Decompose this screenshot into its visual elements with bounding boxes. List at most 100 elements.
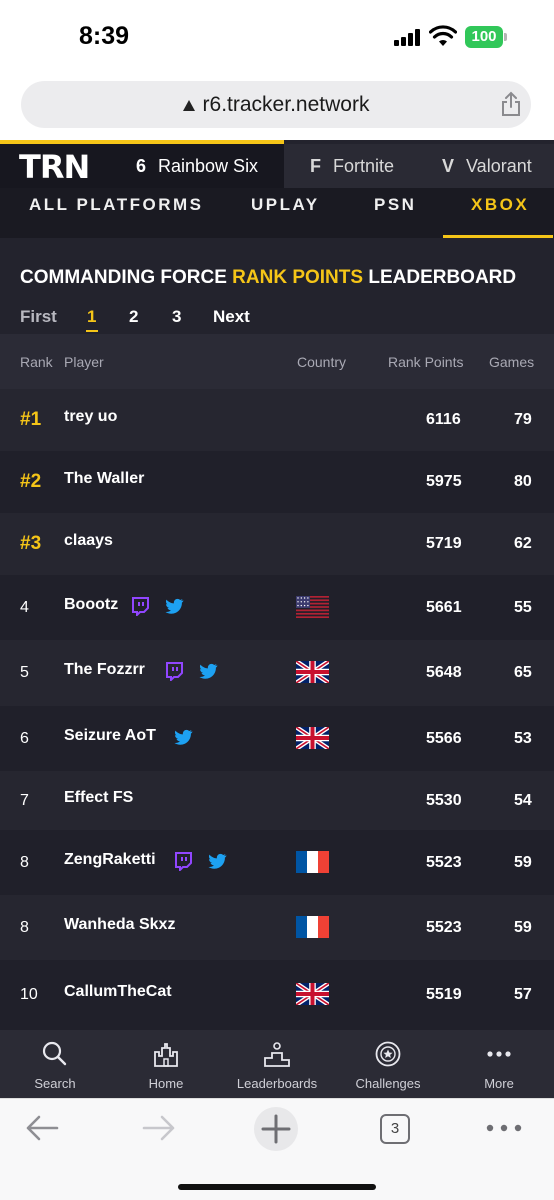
pager-next[interactable]: Next [213,307,250,327]
column-rank-points[interactable]: Rank Points [388,354,463,370]
pager-page-3[interactable]: 3 [172,307,181,327]
game-tab-valorant[interactable]: V Valorant [420,144,554,188]
table-row[interactable]: 8 ZengRaketti 5523 59 [0,830,554,895]
column-country[interactable]: Country [297,354,346,370]
player-name-link[interactable]: trey uo [64,408,117,426]
nav-label: Search [34,1076,76,1091]
pager-current-underline [86,330,98,332]
url-bar[interactable]: r6.tracker.network [21,81,531,128]
games-cell: 59 [514,919,532,936]
rank-points-cell: 5975 [426,473,462,490]
pager-page-1[interactable]: 1 [87,307,96,327]
rank-points-cell: 5523 [426,919,462,936]
rank-points-cell: 5523 [426,854,462,871]
country-flag-gb [296,727,329,749]
twitch-icon[interactable] [173,851,193,873]
nav-label: Leaderboards [236,1076,318,1091]
platform-tab-psn[interactable]: PSN [374,195,416,215]
games-cell: 59 [514,854,532,871]
table-row[interactable]: 5 The Fozzrr 5648 65 [0,640,554,706]
platform-tab-uplay[interactable]: UPLAY [251,195,320,215]
twitch-icon[interactable] [164,661,184,683]
games-cell: 57 [514,986,532,1003]
platform-bar: ALL PLATFORMS UPLAY PSN XBOX [0,188,554,238]
rank-cell: 10 [20,986,38,1003]
table-row[interactable]: 7 Effect FS 5530 54 [0,771,554,830]
nav-leaderboards[interactable]: Leaderboards [222,1030,332,1098]
player-name-link[interactable]: Seizure AoT [64,727,156,745]
leaderboard-title: COMMANDING FORCE RANK POINTS LEADERBOARD [20,267,517,288]
rank-cell: 5 [20,664,29,681]
table-row[interactable]: 4 Boootz 5661 55 [0,575,554,640]
url-field[interactable]: r6.tracker.network [21,93,531,117]
twitter-icon[interactable] [173,727,193,747]
game-bar: TRN 6 Rainbow Six F Fortnite V Valorant [0,144,554,188]
table-row[interactable]: 8 Wanheda Skxz 5523 59 [0,895,554,960]
nav-more[interactable]: More [444,1030,554,1098]
twitter-icon[interactable] [198,661,218,681]
share-icon[interactable] [500,91,522,117]
url-text: r6.tracker.network [202,93,370,116]
nav-home[interactable]: Home [111,1030,221,1098]
tracker-page: TRN 6 Rainbow Six F Fortnite V Valorant ALL… [0,140,554,1030]
player-name-link[interactable]: claays [64,532,113,550]
table-row[interactable]: #3 claays 5719 62 [0,513,554,575]
column-rank[interactable]: Rank [20,354,53,370]
battery-level: 100 [465,26,503,48]
player-name-link[interactable]: ZengRaketti [64,851,156,869]
fortnite-icon: F [310,156,321,176]
more-options-icon[interactable] [486,1123,522,1133]
twitter-icon[interactable] [164,596,184,616]
rainbow-six-icon: 6 [136,156,147,176]
pager-page-2[interactable]: 2 [129,307,138,327]
player-name-link[interactable]: The Waller [64,470,144,488]
forward-icon[interactable] [141,1113,177,1143]
player-name-link[interactable]: Wanheda Skxz [64,916,175,934]
rank-points-cell: 5530 [426,792,462,809]
twitter-icon[interactable] [207,851,227,871]
pager-first[interactable]: First [20,307,57,327]
trn-logo[interactable]: TRN [19,148,90,186]
signal-icon [394,29,422,46]
castle-icon [154,1043,178,1067]
game-tab-rainbow-six[interactable]: 6 Rainbow Six [136,144,258,188]
table-row[interactable]: 6 Seizure AoT 5566 53 [0,706,554,771]
country-flag-gb [296,661,329,683]
player-name-link[interactable]: Effect FS [64,789,133,807]
game-tab-fortnite[interactable]: F Fortnite [284,144,420,188]
column-games[interactable]: Games [489,354,534,370]
wifi-icon [429,25,457,46]
rank-cell: #1 [20,409,42,430]
games-cell: 80 [514,473,532,490]
table-row[interactable]: 10 CallumTheCat 5519 57 [0,960,554,1030]
rank-cell: 4 [20,599,29,616]
table-row[interactable]: #1 trey uo 6116 79 [0,389,554,451]
rank-points-cell: 5719 [426,535,462,552]
player-name-link[interactable]: Boootz [64,596,118,614]
twitch-icon[interactable] [130,596,150,618]
rank-cell: #2 [20,471,42,492]
platform-tab-xbox[interactable]: XBOX [471,195,529,215]
platform-tab-all[interactable]: ALL PLATFORMS [29,195,203,215]
status-time: 8:39 [79,22,130,50]
rank-points-cell: 5519 [426,986,462,1003]
player-name-link[interactable]: CallumTheCat [64,983,172,1001]
table-row[interactable]: #2 The Waller 5975 80 [0,451,554,513]
podium-icon [264,1042,290,1067]
column-player[interactable]: Player [64,354,104,370]
player-name-link[interactable]: The Fozzrr [64,661,145,679]
back-icon[interactable] [24,1113,60,1143]
game-tab-label: Valorant [466,156,532,176]
rank-cell: 7 [20,792,29,809]
tabs-button[interactable]: 3 [380,1114,410,1144]
games-cell: 65 [514,664,532,681]
search-icon [42,1041,67,1066]
games-cell: 54 [514,792,532,809]
nav-search[interactable]: Search [0,1030,110,1098]
country-flag-gb [296,983,329,1005]
country-flag-us [296,596,329,618]
new-tab-icon[interactable] [253,1106,299,1152]
rank-cell: 6 [20,730,29,747]
nav-challenges[interactable]: Challenges [333,1030,443,1098]
country-flag-fr [296,851,329,873]
